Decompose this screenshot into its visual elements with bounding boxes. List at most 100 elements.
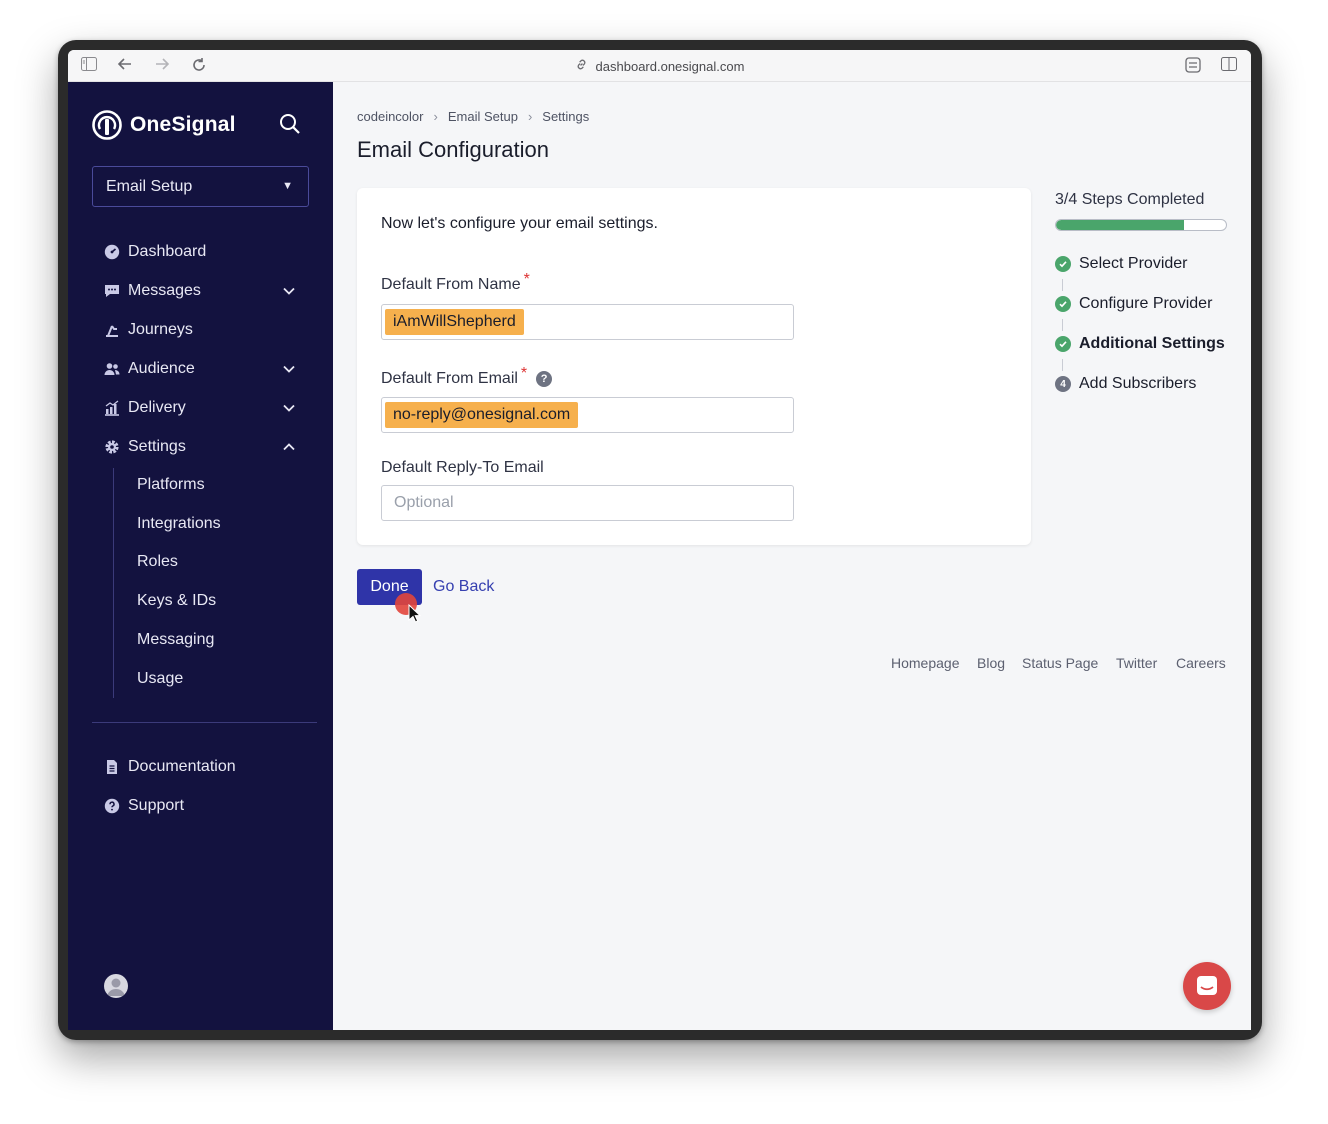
documentation-icon [107, 760, 117, 774]
from-email-label-text: Default From Email [381, 370, 518, 387]
messages-icon [105, 285, 119, 297]
nav-label: Delivery [128, 399, 186, 416]
search-icon[interactable] [278, 112, 304, 138]
link-icon [575, 58, 588, 74]
nav-label: Dashboard [128, 243, 207, 260]
sidebar-divider [92, 722, 317, 723]
breadcrumb: codeincolor › Email Setup › Settings [357, 109, 589, 124]
reply-to-label-text: Default Reply-To Email [381, 459, 544, 476]
step-configure-provider[interactable]: Configure Provider [1055, 294, 1212, 314]
footer-twitter[interactable]: Twitter [1116, 655, 1157, 671]
app-selector-value: Email Setup [106, 178, 193, 195]
brand-name: OneSignal [130, 113, 236, 136]
chevron-down-icon[interactable] [282, 284, 296, 298]
card-intro: Now let's configure your email settings. [381, 215, 658, 232]
chevron-down-icon[interactable] [282, 362, 296, 376]
from-email-value: no-reply@onesignal.com [385, 402, 579, 428]
browser-viewport: dashboard.onesignal.com OneSignal Email … [68, 50, 1251, 1030]
nav-label: Settings [128, 438, 186, 455]
dashboard-icon [104, 244, 120, 260]
caret-down-icon: ▼ [282, 180, 293, 192]
chat-launcher[interactable] [1183, 962, 1231, 1010]
from-name-label-text: Default From Name [381, 276, 521, 293]
cursor-icon [408, 604, 422, 623]
browser-window: dashboard.onesignal.com OneSignal Email … [58, 40, 1262, 1040]
support-icon [104, 798, 120, 814]
nav-settings[interactable]: Settings [104, 435, 308, 459]
subnav-platforms[interactable]: Platforms [137, 476, 205, 494]
nav-journeys[interactable]: Journeys [104, 318, 308, 342]
required-mark: * [523, 271, 530, 288]
subnav-usage[interactable]: Usage [137, 670, 183, 688]
audience-icon [104, 363, 120, 375]
from-email-label: Default From Email * ? [381, 365, 553, 388]
nav-label: Documentation [128, 758, 236, 775]
onesignal-logo-icon [92, 110, 122, 140]
breadcrumb-item[interactable]: codeincolor [357, 109, 424, 124]
from-name-value: iAmWillShepherd [385, 309, 524, 335]
breadcrumb-item[interactable]: Settings [542, 109, 589, 124]
avatar[interactable] [104, 974, 128, 998]
reply-to-field[interactable] [381, 485, 794, 521]
footer-blog[interactable]: Blog [977, 655, 1005, 671]
subnav-roles[interactable]: Roles [137, 553, 178, 571]
footer-homepage[interactable]: Homepage [891, 655, 960, 671]
chevron-down-icon[interactable] [282, 401, 296, 415]
step-select-provider[interactable]: Select Provider [1055, 254, 1188, 274]
go-back-link[interactable]: Go Back [433, 578, 494, 596]
breadcrumb-separator: › [527, 109, 533, 124]
nav-support[interactable]: Support [104, 794, 308, 818]
footer-careers[interactable]: Careers [1176, 655, 1226, 671]
nav-label: Support [128, 797, 185, 814]
nav-label: Messages [128, 282, 201, 299]
user-icon [107, 978, 125, 996]
main-content: codeincolor › Email Setup › Settings Ema… [333, 82, 1251, 1030]
step-number: 4 [1055, 376, 1071, 392]
nav-messages[interactable]: Messages [104, 279, 308, 303]
subnav-keys-ids[interactable]: Keys & IDs [137, 592, 216, 610]
step-label: Select Provider [1079, 255, 1188, 272]
footer-status-page[interactable]: Status Page [1022, 655, 1098, 671]
check-icon [1055, 336, 1071, 352]
chevron-up-icon[interactable] [282, 440, 296, 454]
chat-icon [1197, 976, 1217, 995]
brand-logo[interactable]: OneSignal [92, 109, 236, 141]
from-name-label: Default From Name * [381, 271, 530, 294]
step-add-subscribers[interactable]: 4 Add Subscribers [1055, 374, 1196, 394]
nav-delivery[interactable]: Delivery [104, 396, 308, 420]
steps-summary: 3/4 Steps Completed [1055, 191, 1205, 208]
journeys-icon [106, 325, 118, 337]
breadcrumb-item[interactable]: Email Setup [448, 109, 518, 124]
help-icon[interactable]: ? [536, 371, 553, 387]
settings-icon [105, 440, 119, 454]
step-label: Configure Provider [1079, 295, 1213, 312]
subnav-integrations[interactable]: Integrations [137, 515, 221, 533]
email-settings-card: Now let's configure your email settings.… [357, 188, 1031, 545]
url-text: dashboard.onesignal.com [595, 59, 745, 74]
step-connector [1062, 279, 1063, 291]
subnav-rail [113, 468, 114, 698]
extension-icon[interactable] [1184, 57, 1202, 75]
steps-progress-bar [1055, 219, 1227, 231]
check-icon [1055, 256, 1071, 272]
step-connector [1062, 359, 1063, 371]
nav-label: Journeys [128, 321, 193, 338]
step-additional-settings[interactable]: Additional Settings [1055, 334, 1225, 354]
sidebar: OneSignal Email Setup ▼ Dashboard Messag… [68, 82, 333, 1030]
check-icon [1055, 296, 1071, 312]
step-connector [1062, 319, 1063, 331]
page-title: Email Configuration [357, 137, 549, 162]
nav-audience[interactable]: Audience [104, 357, 308, 381]
step-label: Additional Settings [1079, 335, 1225, 352]
reply-to-label: Default Reply-To Email [381, 459, 544, 477]
steps-progress-fill [1056, 220, 1184, 230]
nav-label: Audience [128, 360, 195, 377]
nav-dashboard[interactable]: Dashboard [104, 240, 308, 264]
app-selector[interactable]: Email Setup ▼ [92, 166, 309, 207]
split-view-icon[interactable] [1220, 57, 1238, 75]
subnav-messaging[interactable]: Messaging [137, 631, 214, 649]
nav-documentation[interactable]: Documentation [104, 755, 308, 779]
browser-toolbar: dashboard.onesignal.com [68, 50, 1251, 82]
breadcrumb-separator: › [433, 109, 438, 124]
address-bar[interactable]: dashboard.onesignal.com [68, 58, 1251, 74]
